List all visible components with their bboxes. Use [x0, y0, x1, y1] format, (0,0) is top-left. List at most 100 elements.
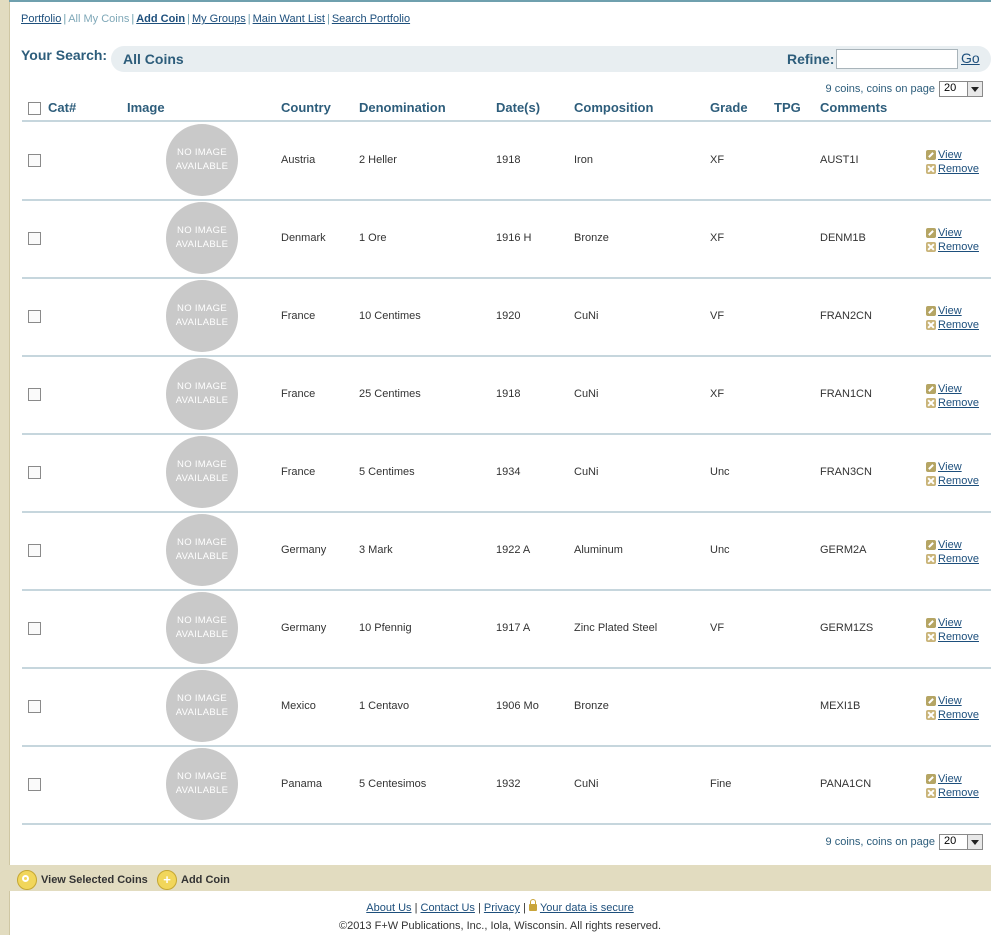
nav-all-my-coins[interactable]: All My Coins: [68, 13, 129, 25]
page-size-select[interactable]: 20: [939, 834, 983, 850]
view-link[interactable]: View: [938, 616, 962, 630]
nav-main-want-list[interactable]: Main Want List: [253, 13, 325, 25]
remove-icon: [926, 164, 936, 174]
cell-date: 1918: [496, 388, 521, 400]
contact-us-link[interactable]: Contact Us: [421, 902, 475, 914]
cell-comments: MEXI1B: [820, 700, 861, 712]
header-country[interactable]: Country: [281, 100, 331, 115]
nav-search-portfolio[interactable]: Search Portfolio: [332, 13, 410, 25]
cell-country: Germany: [281, 544, 327, 556]
header-tpg[interactable]: TPG: [774, 100, 801, 115]
edit-icon: [926, 774, 936, 784]
remove-link[interactable]: Remove: [938, 630, 979, 644]
cell-comments: GERM1ZS: [820, 622, 874, 634]
cell-country: Denmark: [281, 232, 326, 244]
remove-link[interactable]: Remove: [938, 318, 979, 332]
cell-composition: CuNi: [574, 466, 599, 478]
remove-icon: [926, 788, 936, 798]
row-checkbox[interactable]: [28, 232, 41, 245]
add-coin-button[interactable]: Add Coin: [157, 870, 230, 890]
view-link[interactable]: View: [938, 772, 962, 786]
remove-link[interactable]: Remove: [938, 552, 979, 566]
row-actions: View Remove: [926, 304, 979, 332]
no-image-placeholder: NO IMAGE AVAILABLE: [166, 748, 238, 820]
cell-date: 1922 A: [496, 544, 531, 556]
view-link[interactable]: View: [938, 148, 962, 162]
edit-icon: [926, 696, 936, 706]
row-checkbox[interactable]: [28, 154, 41, 167]
header-dates[interactable]: Date(s): [496, 100, 540, 115]
view-link[interactable]: View: [938, 304, 962, 318]
header-composition[interactable]: Composition: [574, 100, 653, 115]
row-checkbox[interactable]: [28, 388, 41, 401]
cell-denomination: 5 Centimes: [359, 466, 415, 478]
cell-date: 1934: [496, 466, 521, 478]
no-image-placeholder: NO IMAGE AVAILABLE: [166, 436, 238, 508]
header-comments[interactable]: Comments: [820, 100, 887, 115]
nav-portfolio[interactable]: Portfolio: [21, 13, 61, 25]
view-link[interactable]: View: [938, 694, 962, 708]
row-checkbox[interactable]: [28, 466, 41, 479]
select-all-checkbox[interactable]: [28, 102, 41, 115]
cell-denomination: 3 Mark: [359, 544, 393, 556]
cell-comments: PANA1CN: [820, 778, 872, 790]
table-row: NO IMAGE AVAILABLE Panama 5 Centesimos 1932 C…: [22, 746, 991, 825]
view-link[interactable]: View: [938, 460, 962, 474]
cell-country: Panama: [281, 778, 322, 790]
remove-link[interactable]: Remove: [938, 708, 979, 722]
about-us-link[interactable]: About Us: [366, 902, 411, 914]
cell-grade: Unc: [710, 466, 730, 478]
cell-comments: GERM2A: [820, 544, 867, 556]
data-secure-link[interactable]: Your data is secure: [540, 902, 634, 914]
remove-link[interactable]: Remove: [938, 474, 979, 488]
header-cat[interactable]: Cat#: [48, 100, 76, 115]
table-row: NO IMAGE AVAILABLE Germany 3 Mark 1922 A Alum…: [22, 512, 991, 591]
cell-comments: AUST1I: [820, 154, 859, 166]
remove-icon: [926, 398, 936, 408]
row-checkbox[interactable]: [28, 700, 41, 713]
remove-link[interactable]: Remove: [938, 396, 979, 410]
view-link[interactable]: View: [938, 226, 962, 240]
row-checkbox[interactable]: [28, 622, 41, 635]
cell-country: Germany: [281, 622, 327, 634]
cell-denomination: 1 Ore: [359, 232, 387, 244]
remove-link[interactable]: Remove: [938, 240, 979, 254]
view-selected-coins-button[interactable]: View Selected Coins: [17, 870, 148, 890]
header-denomination[interactable]: Denomination: [359, 100, 446, 115]
table-row: NO IMAGE AVAILABLE France 25 Centimes 1918 Cu…: [22, 356, 991, 435]
view-link[interactable]: View: [938, 382, 962, 396]
cell-date: 1920: [496, 310, 521, 322]
edit-icon: [926, 306, 936, 316]
pager-count-text: 9 coins, coins on page: [825, 83, 935, 95]
row-checkbox[interactable]: [28, 778, 41, 791]
cell-date: 1917 A: [496, 622, 531, 634]
remove-link[interactable]: Remove: [938, 786, 979, 800]
view-link[interactable]: View: [938, 538, 962, 552]
cell-date: 1932: [496, 778, 521, 790]
cell-composition: CuNi: [574, 778, 599, 790]
privacy-link[interactable]: Privacy: [484, 902, 520, 914]
go-button[interactable]: Go: [961, 50, 980, 66]
footer-links: About Us | Contact Us | Privacy | Your d…: [366, 899, 634, 914]
no-image-placeholder: NO IMAGE AVAILABLE: [166, 358, 238, 430]
nav-my-groups[interactable]: My Groups: [192, 13, 246, 25]
header-grade[interactable]: Grade: [710, 100, 748, 115]
nav-add-coin[interactable]: Add Coin: [136, 13, 185, 25]
page-size-select[interactable]: 20: [939, 81, 983, 97]
search-value: All Coins: [123, 51, 184, 67]
cell-denomination: 5 Centesimos: [359, 778, 427, 790]
edit-icon: [926, 384, 936, 394]
edit-icon: [926, 228, 936, 238]
cell-country: France: [281, 466, 316, 478]
edit-icon: [926, 618, 936, 628]
header-image: Image: [127, 100, 165, 115]
refine-input[interactable]: [836, 49, 958, 69]
row-checkbox[interactable]: [28, 544, 41, 557]
search-bar: All Coins Refine: Go: [111, 46, 991, 72]
chevron-down-icon: [967, 835, 982, 849]
cell-country: France: [281, 310, 316, 322]
remove-icon: [926, 320, 936, 330]
remove-link[interactable]: Remove: [938, 162, 979, 176]
row-checkbox[interactable]: [28, 310, 41, 323]
cell-denomination: 10 Centimes: [359, 310, 421, 322]
